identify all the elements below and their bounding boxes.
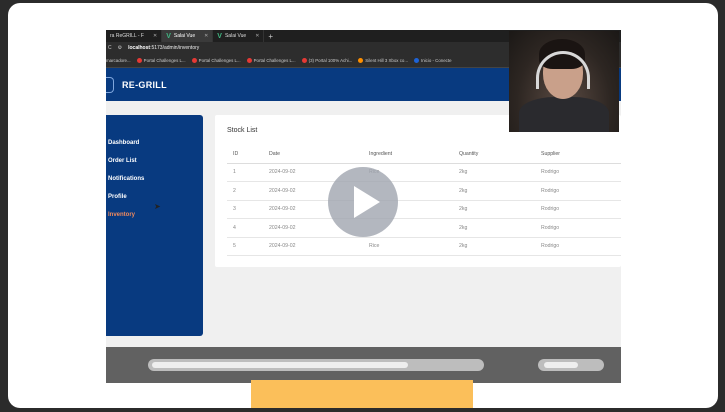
cell-quantity: 2kg — [459, 200, 541, 219]
sidebar-item-dashboard[interactable]: Dashboard — [106, 138, 203, 156]
cell-quantity: 2kg — [459, 237, 541, 256]
table-row: 5 2024-09-02 Rice 2kg Rodrigo — [227, 237, 621, 256]
brand-name: RE-GRILL — [122, 79, 167, 90]
bookmark-item[interactable]: Portal Challenges L... — [191, 58, 241, 63]
column-header: Ingredient — [369, 145, 459, 164]
cell-supplier: Rodrigo — [541, 163, 621, 182]
table-row: 4 2024-09-02 2kg Rodrigo — [227, 218, 621, 238]
table-row: 2 2024-09-02 2kg Rodrigo — [227, 181, 621, 201]
column-header: Quantity — [459, 145, 541, 164]
tab-label: Salai Vue — [224, 33, 247, 39]
stock-table: ID Date Ingredient Quantity Supplier 1 2… — [227, 145, 621, 256]
cell-quantity: 2kg — [459, 218, 541, 238]
cell-ingredient: Rice — [369, 237, 459, 256]
cell-supplier: Rodrigo — [541, 237, 621, 256]
tab-label: ra ReGRILL - F — [110, 33, 144, 39]
column-header: Date — [269, 145, 369, 164]
new-tab-button[interactable]: + — [264, 30, 277, 42]
bookmark-label: Inicio - Conecte — [421, 58, 452, 63]
video-card: ra ReGRILL - F ✕ V Salai Vue ✕ V Salai V… — [8, 3, 718, 408]
scroll-area — [106, 347, 621, 383]
logo-icon — [106, 76, 114, 93]
cell-id: 2 — [227, 181, 269, 201]
panel-title: Stock List — [227, 127, 258, 134]
bookmark-item[interactable]: Portal Challenges L... — [136, 58, 186, 63]
cell-quantity: 2kg — [459, 181, 541, 201]
cell-supplier: Rodrigo — [541, 181, 621, 201]
site-icon — [414, 58, 420, 63]
webcam-person-shirt — [519, 97, 609, 132]
column-header: ID — [227, 145, 269, 164]
bookmark-item[interactable]: Inicio - Conecte — [414, 58, 452, 63]
close-icon[interactable]: ✕ — [153, 33, 157, 39]
bookmark-label: Portal Challenges L... — [143, 58, 186, 63]
url-text[interactable]: localhost:5173/admin/inventory — [128, 45, 199, 51]
bottom-accent-bar — [251, 380, 473, 408]
cell-date: 2024-09-02 — [269, 237, 369, 256]
url-path: :5173/admin/inventory — [150, 45, 200, 51]
bookmark-label: (3) Portal 100% Achi... — [308, 58, 353, 63]
sidebar-item-inventory[interactable]: Inventory — [106, 210, 203, 228]
tab-label: Salai Vue — [173, 33, 196, 39]
browser-tab-regrill[interactable]: ra ReGRILL - F ✕ — [106, 30, 163, 42]
sidebar: Dashboard Order List Notifications Profi… — [106, 115, 203, 336]
bookmark-item[interactable]: (3) Portal 100% Achi... — [301, 58, 353, 63]
stock-list-panel: Stock List ID Date Ingredient Quantity S… — [215, 115, 621, 267]
url-host: localhost — [128, 45, 151, 51]
column-header: Supplier — [541, 145, 621, 164]
browser-tab-salai-vue-active[interactable]: V Salai Vue ✕ — [162, 30, 214, 42]
youtube-icon — [301, 58, 307, 63]
table-row: 3 2024-09-02 2kg Rodrigo — [227, 200, 621, 219]
youtube-icon — [136, 58, 142, 63]
play-button[interactable] — [328, 167, 398, 237]
bookmark-label: Silent Hill 3 Xbox co... — [365, 58, 409, 63]
vue-icon: V — [217, 32, 222, 40]
close-icon[interactable]: ✕ — [255, 33, 259, 39]
cell-supplier: Rodrigo — [541, 200, 621, 219]
scrollbar-thumb[interactable] — [152, 362, 408, 368]
site-info-icon[interactable]: ⚙ — [118, 45, 122, 51]
close-icon[interactable]: ✕ — [204, 33, 208, 39]
site-icon — [358, 58, 364, 63]
cell-id: 1 — [227, 163, 269, 182]
bookmark-item[interactable]: marcadore... — [106, 58, 131, 63]
cell-id: 3 — [227, 200, 269, 219]
vue-icon: V — [166, 32, 171, 40]
cell-supplier: Rodrigo — [541, 218, 621, 238]
bookmark-item[interactable]: Silent Hill 3 Xbox co... — [358, 58, 408, 63]
bookmark-item[interactable]: Portal Challenges L... — [246, 58, 296, 63]
sidebar-item-notifications[interactable]: Notifications — [106, 174, 203, 192]
table-header-row: ID Date Ingredient Quantity Supplier — [227, 145, 621, 164]
youtube-icon — [246, 58, 252, 63]
cell-id: 4 — [227, 218, 269, 238]
table-row: 1 2024-09-02 Rice 2kg Rodrigo — [227, 163, 621, 182]
horizontal-scrollbar[interactable] — [148, 359, 484, 371]
webcam-overlay — [509, 31, 619, 132]
youtube-icon — [191, 58, 197, 63]
reload-icon[interactable]: C — [108, 45, 112, 51]
cell-id: 5 — [227, 237, 269, 256]
bookmark-label: Portal Challenges L... — [198, 58, 241, 63]
sidebar-item-order-list[interactable]: Order List — [106, 156, 203, 174]
browser-tab-salai-vue[interactable]: V Salai Vue ✕ — [213, 30, 265, 42]
cell-quantity: 2kg — [459, 163, 541, 182]
play-icon — [353, 186, 380, 218]
bookmark-label: marcadore... — [106, 58, 131, 63]
mouse-cursor-icon: ➤ — [154, 202, 161, 211]
secondary-scrollbar[interactable] — [538, 359, 604, 371]
bookmark-label: Portal Challenges L... — [253, 58, 296, 63]
scrollbar-thumb[interactable] — [544, 362, 578, 368]
